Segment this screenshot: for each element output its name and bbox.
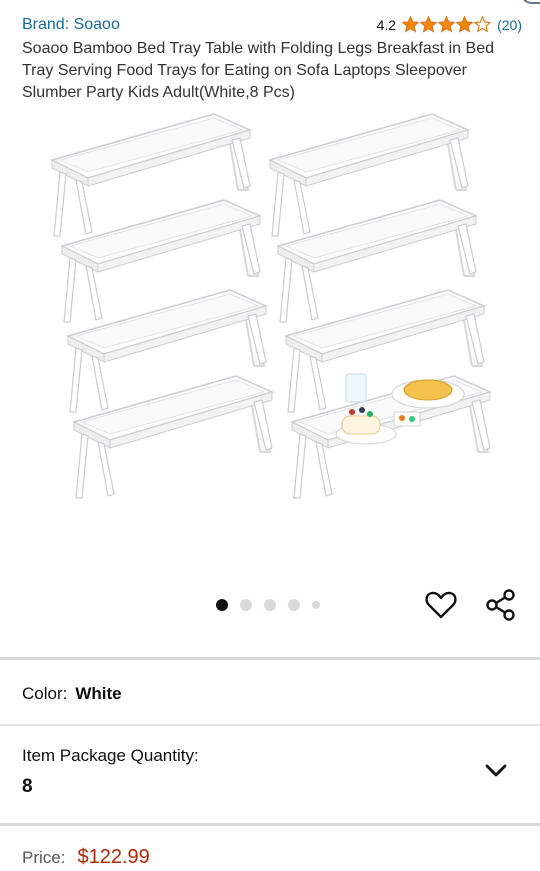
chevron-down-icon[interactable] xyxy=(484,760,508,780)
carousel-dot[interactable] xyxy=(264,599,276,611)
star-partial-icon xyxy=(474,16,492,33)
price-row: Price: $122.99 xyxy=(22,846,150,869)
carousel-dot[interactable] xyxy=(216,599,228,611)
trays-illustration xyxy=(51,113,491,499)
share-icon[interactable] xyxy=(484,588,518,622)
carousel-dot[interactable] xyxy=(240,599,252,611)
color-row: Color: White xyxy=(22,684,122,704)
star-full-icon xyxy=(420,16,438,33)
brand-link[interactable]: Brand: Soaoo xyxy=(22,16,120,34)
top-strip xyxy=(0,0,540,4)
star-full-icon xyxy=(402,16,420,33)
quantity-label: Item Package Quantity: xyxy=(22,746,199,765)
review-count[interactable]: (20) xyxy=(497,17,522,33)
color-value: White xyxy=(75,684,122,703)
divider xyxy=(0,657,540,660)
rating[interactable]: 4.2 (20) xyxy=(377,16,522,33)
price-label: Price: xyxy=(22,848,66,867)
quantity-selector[interactable]: Item Package Quantity: 8 xyxy=(0,727,540,823)
product-title: Soaoo Bamboo Bed Tray Table with Folding… xyxy=(22,40,494,101)
heart-icon[interactable] xyxy=(424,588,458,622)
corner-edge xyxy=(520,0,540,4)
color-label: Color: xyxy=(22,684,68,703)
header-row: Brand: Soaoo 4.2 (20) xyxy=(22,14,522,38)
price-value: $122.99 xyxy=(77,846,150,868)
carousel-dot[interactable] xyxy=(288,599,300,611)
carousel-dot[interactable] xyxy=(312,601,320,609)
star-full-icon xyxy=(438,16,456,33)
quantity-value: 8 xyxy=(22,776,33,797)
rating-value: 4.2 xyxy=(376,16,397,33)
star-full-icon xyxy=(456,16,474,33)
divider xyxy=(0,724,540,726)
product-image[interactable] xyxy=(40,112,500,552)
star-rating xyxy=(402,16,492,33)
divider xyxy=(0,823,540,826)
carousel-dots xyxy=(216,599,320,611)
